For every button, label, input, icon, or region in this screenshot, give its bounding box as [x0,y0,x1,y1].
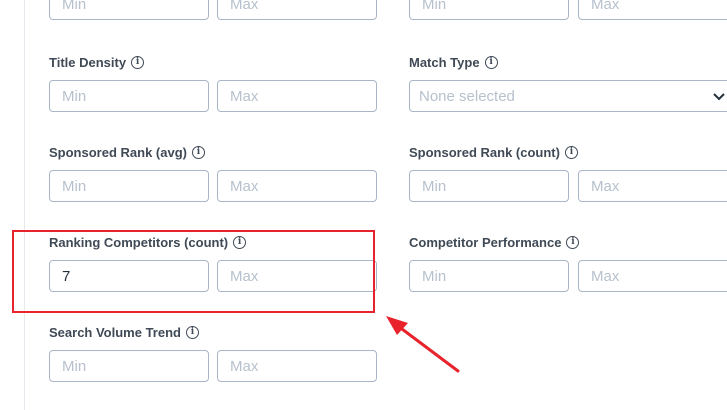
sponsored-rank-count-label-text: Sponsored Rank (count) [409,144,560,160]
competitor-performance-label: Competitor Performance i [409,233,580,251]
top-right-min-input[interactable] [409,0,569,20]
title-density-min-input[interactable] [49,80,209,112]
title-density-max-input[interactable] [217,80,377,112]
search-volume-trend-label: Search Volume Trend i [49,323,199,341]
info-circle-icon[interactable]: i [484,55,498,69]
top-left-min-input[interactable] [49,0,209,20]
info-circle-icon[interactable]: i [131,55,145,69]
highlight-box [12,230,375,313]
search-volume-trend-min-input[interactable] [49,350,209,382]
match-type-select[interactable]: None selected [409,80,727,112]
title-density-label: Title Density i [49,53,145,71]
sponsored-rank-count-min-input[interactable] [409,170,569,202]
info-circle-icon[interactable]: i [185,325,199,339]
annotation-arrow-icon [386,316,460,373]
chevron-down-icon [713,93,725,101]
sponsored-rank-avg-label: Sponsored Rank (avg) i [49,143,205,161]
top-right-max-input[interactable] [578,0,727,20]
info-circle-icon[interactable]: i [191,145,205,159]
match-type-label: Match Type i [409,53,498,71]
sponsored-rank-avg-min-input[interactable] [49,170,209,202]
sponsored-rank-count-label: Sponsored Rank (count) i [409,143,578,161]
top-left-max-input[interactable] [217,0,377,20]
left-divider [24,0,25,410]
sponsored-rank-avg-label-text: Sponsored Rank (avg) [49,144,187,160]
sponsored-rank-avg-max-input[interactable] [217,170,377,202]
match-type-selected-text: None selected [419,87,515,105]
competitor-performance-max-input[interactable] [578,260,727,292]
title-density-label-text: Title Density [49,54,127,70]
competitor-performance-min-input[interactable] [409,260,569,292]
info-circle-icon[interactable]: i [566,235,580,249]
search-volume-trend-label-text: Search Volume Trend [49,324,181,340]
info-circle-icon[interactable]: i [564,145,578,159]
sponsored-rank-count-max-input[interactable] [578,170,727,202]
competitor-performance-label-text: Competitor Performance [409,234,562,250]
match-type-label-text: Match Type [409,54,480,70]
search-volume-trend-max-input[interactable] [217,350,377,382]
